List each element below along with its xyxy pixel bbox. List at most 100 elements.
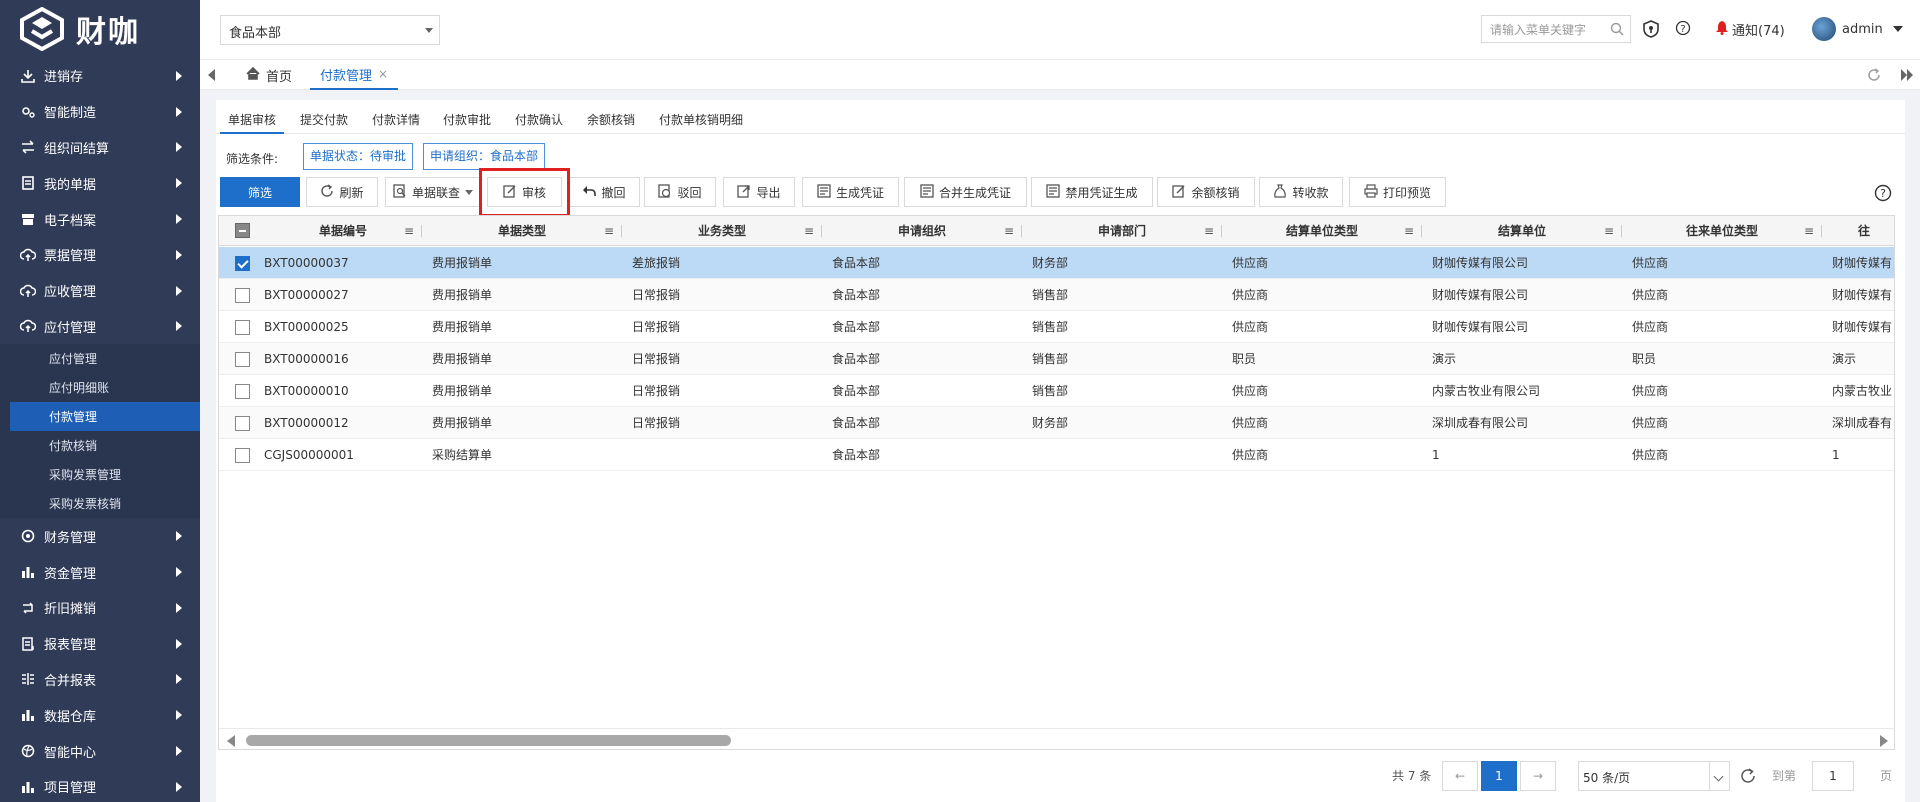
sidebar-item-inventory[interactable]: 进销存 [0,58,200,94]
row-checkbox[interactable] [235,320,250,335]
filter-chip-status[interactable]: 单据状态：待审批 [303,143,414,170]
help-icon[interactable]: ? [1675,20,1691,39]
filter-chip-org[interactable]: 申请组织：食品本部 [423,143,546,170]
sidebar-item-depreciation[interactable]: 折旧摊销 [0,590,200,626]
tab-scroll-left-icon[interactable] [208,69,215,81]
sidebar-item-finance[interactable]: 财务管理 [0,518,200,554]
column-menu-icon[interactable]: ≡ [804,216,814,246]
sidebar-subitem-payable-ledger[interactable]: 应付明细账 [0,373,200,402]
sidebar-item-receivable[interactable]: 应收管理 [0,273,200,309]
column-menu-icon[interactable]: ≡ [1604,216,1614,246]
balance-writeoff-button[interactable]: 余额核销 [1157,177,1255,207]
generate-voucher-button[interactable]: 生成凭证 [802,177,899,207]
row-checkbox[interactable] [235,416,250,431]
sidebar-item-smart-center[interactable]: 智能中心 [0,733,200,769]
refresh-icon[interactable] [1866,67,1882,86]
horizontal-scrollbar[interactable] [219,728,1894,749]
tab-home[interactable]: 首页 [236,60,302,90]
print-preview-button[interactable]: 打印预览 [1349,177,1446,207]
revoke-button[interactable]: 撤回 [568,177,640,207]
chevron-right-icon [176,567,182,578]
sidebar-subitem-payable[interactable]: 应付管理 [0,344,200,373]
row-checkbox[interactable] [235,448,250,463]
sidebar-item-funds[interactable]: 资金管理 [0,554,200,590]
table-row[interactable]: BXT00000027 费用报销单 日常报销 食品本部 销售部 供应商 财咖传媒有限公司 供应… [219,279,1894,311]
column-header[interactable]: 结算单位 ≡ [1422,216,1622,246]
chevron-right-icon [176,214,182,225]
sidebar-item-data-warehouse[interactable]: 数据仓库 [0,697,200,733]
column-menu-icon[interactable]: ≡ [604,216,614,246]
close-icon[interactable]: × [378,67,388,81]
sidebar-subitem-payment-management[interactable]: 付款管理 [10,402,200,432]
column-header[interactable]: 业务类型 ≡ [622,216,822,246]
column-menu-icon[interactable]: ≡ [1204,216,1214,246]
subtab-document-audit[interactable]: 单据审核 [220,108,285,134]
subtab-payment-details[interactable]: 付款详情 [364,108,428,134]
sidebar-subitem-purchase-invoice[interactable]: 采购发票管理 [0,460,200,489]
table-row[interactable]: BXT00000016 费用报销单 日常报销 食品本部 销售部 职员 演示 职员 演示 [219,343,1894,375]
disable-voucher-button[interactable]: 禁用凭证生成 [1031,177,1153,207]
merge-voucher-button[interactable]: 合并生成凭证 [904,177,1027,207]
notification-button[interactable]: 通知(74) [1715,20,1785,39]
subtab-submit-payment[interactable]: 提交付款 [292,108,356,134]
help-icon[interactable]: ? [1874,184,1892,205]
sidebar-item-e-archive[interactable]: 电子档案 [0,201,200,237]
column-menu-icon[interactable]: ≡ [1804,216,1814,246]
table-row[interactable]: BXT00000037 费用报销单 差旅报销 食品本部 财务部 供应商 财咖传媒有限公司 供应… [219,247,1894,279]
sidebar-item-inter-org-settlement[interactable]: 组织间结算 [0,130,200,166]
refresh-icon[interactable] [1739,767,1757,788]
page-button-current[interactable]: 1 [1481,761,1517,791]
column-menu-icon[interactable]: ≡ [1404,216,1414,246]
column-header[interactable]: 单据类型 ≡ [422,216,622,246]
table-row[interactable]: CGJS00000001 采购结算单 食品本部 供应商 1 供应商 1 [219,439,1894,471]
column-menu-icon[interactable]: ≡ [1004,216,1014,246]
row-checkbox[interactable] [235,352,250,367]
shield-icon[interactable] [1642,20,1660,41]
sidebar-item-my-documents[interactable]: 我的单据 [0,165,200,201]
filter-button[interactable]: 筛选 [220,177,300,207]
linked-query-button[interactable]: 单据联查 [385,177,481,207]
select-all-checkbox[interactable] [235,223,250,238]
table-row[interactable]: BXT00000010 费用报销单 日常报销 食品本部 销售部 供应商 内蒙古牧业有限公司 供… [219,375,1894,407]
table-row[interactable]: BXT00000012 费用报销单 日常报销 食品本部 财务部 供应商 深圳成春有限公司 供应… [219,407,1894,439]
column-header[interactable]: 单据编号 ≡ [264,216,422,246]
column-menu-icon[interactable]: ≡ [404,216,414,246]
transfer-receipt-button[interactable]: 转收款 [1259,177,1343,207]
tab-scroll-right-icon[interactable] [1900,68,1914,85]
row-checkbox[interactable] [235,384,250,399]
scrollbar-thumb[interactable] [246,735,731,746]
column-header[interactable]: 往来单位类型 ≡ [1622,216,1822,246]
column-header[interactable]: 申请组织 ≡ [822,216,1022,246]
table-row[interactable]: BXT00000025 费用报销单 日常报销 食品本部 销售部 供应商 财咖传媒有限公司 供应… [219,311,1894,343]
sidebar-item-bill-management[interactable]: 票据管理 [0,237,200,273]
goto-page-input[interactable]: 1 [1812,761,1854,791]
sidebar-item-consolidated-reports[interactable]: 合并报表 [0,662,200,698]
sidebar-item-payable[interactable]: 应付管理 [0,309,200,345]
next-page-button[interactable]: → [1520,761,1556,791]
scroll-right-icon[interactable] [1880,735,1888,747]
sidebar-item-smart-manufacturing[interactable]: 智能制造 [0,94,200,130]
reject-button[interactable]: 驳回 [644,177,716,207]
menu-search-input[interactable]: 请输入菜单关键字 [1481,15,1631,43]
tab-payment-management[interactable]: 付款管理 × [310,60,399,90]
user-menu[interactable]: admin [1812,17,1903,41]
column-header[interactable]: 往 [1822,216,1894,246]
subtab-payment-confirm[interactable]: 付款确认 [507,108,571,134]
subtab-writeoff-details[interactable]: 付款单核销明细 [651,108,751,134]
sidebar-item-reports[interactable]: 报表管理 [0,626,200,662]
export-button[interactable]: 导出 [723,177,795,207]
sidebar-subitem-purchase-invoice-writeoff[interactable]: 采购发票核销 [0,489,200,518]
sidebar-subitem-payment-writeoff[interactable]: 付款核销 [0,431,200,460]
row-checkbox[interactable] [235,288,250,303]
sidebar-item-projects[interactable]: 项目管理 [0,769,200,802]
column-header[interactable]: 申请部门 ≡ [1022,216,1222,246]
subtab-payment-approval[interactable]: 付款审批 [435,108,499,134]
prev-page-button[interactable]: ← [1442,761,1478,791]
scroll-left-icon[interactable] [227,735,235,747]
row-checkbox[interactable] [235,256,250,271]
org-select[interactable]: 食品本部 [220,15,440,45]
subtab-balance-writeoff[interactable]: 余额核销 [579,108,643,134]
refresh-button[interactable]: 刷新 [306,177,378,207]
page-size-select[interactable]: 50 条/页 [1578,761,1730,791]
column-header[interactable]: 结算单位类型 ≡ [1222,216,1422,246]
